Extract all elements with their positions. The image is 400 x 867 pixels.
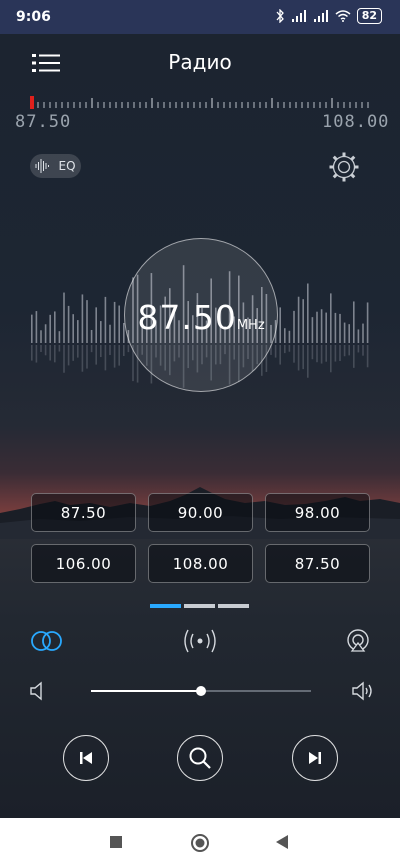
dial-min-label: 87.50: [15, 112, 72, 132]
back-icon[interactable]: [276, 835, 288, 849]
home-icon[interactable]: [190, 833, 210, 853]
volume-slider[interactable]: [91, 686, 311, 696]
status-bar: 9:06 82: [0, 0, 400, 34]
preset-button[interactable]: 90.00: [148, 493, 253, 532]
airplay-icon[interactable]: [346, 628, 370, 654]
page-title: Радио: [168, 50, 232, 74]
previous-button[interactable]: [63, 735, 109, 781]
search-icon: [189, 747, 211, 769]
preset-button[interactable]: 108.00: [148, 544, 253, 583]
volume-thumb[interactable]: [196, 686, 206, 696]
skip-previous-icon: [80, 752, 92, 764]
next-button[interactable]: [292, 735, 338, 781]
pager-dot-1[interactable]: [150, 604, 181, 608]
wifi-icon: [335, 10, 351, 22]
status-icons: 82: [275, 8, 382, 24]
preset-grid: 87.50 90.00 98.00 106.00 108.00 87.50: [31, 493, 370, 583]
broadcast-icon[interactable]: [182, 627, 218, 655]
recents-icon[interactable]: [110, 836, 122, 848]
battery-indicator: 82: [356, 8, 382, 24]
preset-button[interactable]: 87.50: [31, 493, 136, 532]
status-time: 9:06: [16, 9, 51, 25]
pager-dot-2[interactable]: [184, 604, 215, 608]
stereo-rings-icon[interactable]: [30, 628, 64, 654]
signal-icon: [313, 10, 328, 22]
preset-button[interactable]: 98.00: [265, 493, 370, 532]
eq-button[interactable]: EQ: [30, 154, 81, 178]
frequency-display[interactable]: 87.50MHz: [124, 238, 278, 392]
volume-high-icon[interactable]: [352, 680, 376, 702]
equalizer-icon: [35, 159, 50, 173]
preset-button[interactable]: 87.50: [265, 544, 370, 583]
gear-icon[interactable]: [328, 151, 360, 183]
bluetooth-icon: [276, 9, 284, 23]
pager-dot-3[interactable]: [218, 604, 249, 608]
dial-max-label: 108.00: [322, 112, 390, 132]
signal-icon: [291, 10, 306, 22]
frequency-dial[interactable]: [30, 96, 370, 110]
system-nav-bar: [0, 818, 400, 867]
frequency-unit: MHz: [236, 318, 265, 333]
current-frequency: 87.50: [137, 298, 237, 337]
volume-fill: [91, 690, 201, 692]
preset-button[interactable]: 106.00: [31, 544, 136, 583]
app-header: Радио: [0, 44, 400, 84]
search-button[interactable]: [177, 735, 223, 781]
eq-label: EQ: [58, 159, 76, 173]
skip-next-icon: [309, 752, 321, 764]
dial-needle[interactable]: [30, 96, 34, 109]
preset-pager[interactable]: [150, 604, 249, 608]
volume-low-icon[interactable]: [30, 681, 44, 701]
